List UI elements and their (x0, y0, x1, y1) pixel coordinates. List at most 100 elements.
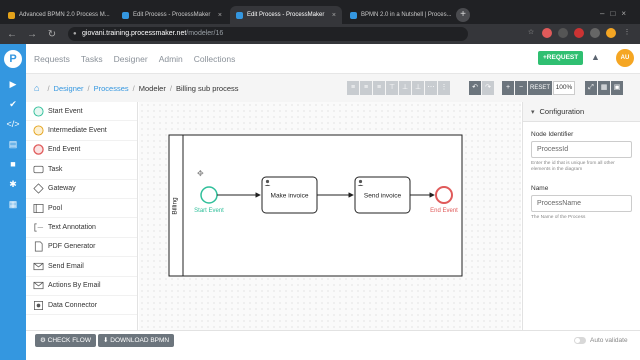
home-icon[interactable]: ⌂ (34, 83, 39, 93)
star-icon[interactable]: ☆ (526, 28, 536, 38)
nav-admin[interactable]: Admin (159, 54, 183, 64)
tab-title: Edit Process - ProcessMaker (247, 12, 325, 18)
nav-collections[interactable]: Collections (194, 54, 236, 64)
fullscreen-icon[interactable]: ⤢ (585, 81, 597, 95)
new-request-button[interactable]: +REQUEST (538, 51, 584, 65)
palette-item-start-event[interactable]: Start Event (26, 102, 137, 122)
browser-tab[interactable]: Advanced BPMN 2.0 Process M... × (2, 6, 114, 24)
save-icon[interactable]: ▣ (611, 81, 623, 95)
end-event[interactable] (435, 186, 453, 204)
lock-icon[interactable]: ■ (0, 154, 26, 174)
configuration-header[interactable]: ▾ Configuration (523, 102, 640, 122)
check-flow-button[interactable]: ⚙ CHECK FLOW (35, 334, 96, 347)
code-icon[interactable]: </> (0, 114, 26, 134)
palette-item-task[interactable]: Task (26, 160, 137, 180)
name-input[interactable]: ProcessName (531, 195, 632, 212)
node-identifier-input[interactable]: ProcessId (531, 141, 632, 158)
name-help: The Name of the Process (531, 215, 586, 220)
configuration-title: Configuration (539, 107, 585, 116)
zoom-out-icon[interactable]: − (515, 81, 527, 95)
profile-icon[interactable] (606, 28, 616, 38)
task2-label: Send invoice (364, 193, 402, 200)
bell-icon[interactable]: ▲ (591, 52, 600, 62)
browser-tab[interactable]: BPMN 2.0 in a Nutshell | Proces... × (344, 6, 454, 24)
name-label: Name (531, 185, 549, 192)
palette-item-data-connector[interactable]: Data Connector (26, 296, 137, 316)
breadcrumb-processes[interactable]: Processes (94, 84, 129, 93)
browser-tab[interactable]: Edit Process - ProcessMaker × (116, 6, 228, 24)
url-input[interactable]: ● giovani.training.processmaker.net/mode… (68, 27, 468, 41)
distribute-v-icon[interactable]: ⋮ (438, 81, 450, 95)
palette-item-end-event[interactable]: End Event (26, 141, 137, 161)
avatar[interactable]: AU (616, 49, 634, 67)
align-middle-icon[interactable]: ⊥ (399, 81, 411, 95)
align-center-icon[interactable]: ≡ (360, 81, 372, 95)
close-icon[interactable]: × (328, 12, 336, 19)
palette-item-send-email[interactable]: Send Email (26, 257, 137, 277)
nav-tasks[interactable]: Tasks (81, 54, 103, 64)
zoom-in-icon[interactable]: + (502, 81, 514, 95)
breadcrumb-designer[interactable]: Designer (54, 84, 84, 93)
start-event[interactable] (200, 186, 218, 204)
align-left-icon[interactable]: ≡ (347, 81, 359, 95)
start-event-label: Start Event (194, 208, 224, 214)
palette-item-gateway[interactable]: Gateway (26, 180, 137, 199)
modeler-canvas[interactable]: Billing ✥ Start Event Make invoice Send … (139, 102, 521, 330)
extension-icon[interactable] (574, 28, 584, 38)
palette-label: Intermediate Event (48, 127, 107, 135)
align-right-icon[interactable]: ≡ (373, 81, 385, 95)
palette-label: End Event (48, 146, 81, 154)
settings-icon: ⚙ (40, 337, 48, 344)
favicon-icon (122, 11, 129, 19)
align-top-icon[interactable]: ⊤ (386, 81, 398, 95)
node-identifier-label: Node Identifier (531, 131, 574, 138)
favicon-icon (236, 11, 243, 19)
palette-item-pool[interactable]: Pool (26, 199, 137, 219)
document-icon[interactable]: ▤ (0, 134, 26, 154)
close-icon[interactable]: × (214, 12, 222, 19)
toggle-switch[interactable] (574, 337, 586, 344)
extension-icon[interactable] (590, 28, 600, 38)
browser-tab-active[interactable]: Edit Process - ProcessMaker × (230, 6, 342, 24)
back-icon[interactable]: ← (4, 29, 20, 40)
grid-icon[interactable]: ▦ (0, 194, 26, 214)
minimap-icon[interactable]: ▦ (598, 81, 610, 95)
align-bottom-icon[interactable]: ⊥ (412, 81, 424, 95)
browser-tab-bar: Advanced BPMN 2.0 Process M... × Edit Pr… (0, 0, 640, 24)
forward-icon[interactable]: → (24, 29, 40, 40)
distribute-h-icon[interactable]: ⋯ (425, 81, 437, 95)
pool-label: Billing (172, 197, 179, 215)
processmaker-logo[interactable]: P (0, 44, 26, 74)
requests-icon[interactable]: ▶ (0, 74, 26, 94)
palette-item-pdf-generator[interactable]: PDF Generator (26, 238, 137, 258)
palette-label: Actions By Email (48, 282, 101, 290)
close-icon[interactable]: × (110, 12, 115, 19)
nav-requests[interactable]: Requests (34, 54, 70, 64)
text-annotation-icon (34, 223, 44, 232)
auto-validate-toggle[interactable]: Auto validate (574, 337, 628, 344)
extension-icon[interactable] (558, 28, 568, 38)
window-controls[interactable]: –□× (600, 9, 632, 18)
tasks-icon[interactable]: ✔ (0, 94, 26, 114)
reset-zoom-button[interactable]: RESET (528, 81, 552, 95)
palette-item-actions-by-email[interactable]: Actions By Email (26, 277, 137, 296)
pdf-generator-icon (34, 241, 43, 252)
url-host: giovani.training.processmaker.net (82, 30, 187, 37)
send-email-icon (33, 262, 44, 270)
new-tab-button[interactable]: + (456, 8, 470, 22)
reload-icon[interactable]: ↻ (44, 29, 60, 40)
gear-icon[interactable]: ✱ (0, 174, 26, 194)
breadcrumb-modeler: Modeler (138, 83, 166, 93)
palette-item-intermediate-event[interactable]: Intermediate Event (26, 121, 137, 141)
move-cursor-icon: ✥ (197, 169, 204, 178)
close-icon[interactable]: × (452, 12, 454, 19)
redo-icon[interactable]: ↷ (482, 81, 494, 95)
menu-dots-icon[interactable]: ⋮ (622, 28, 632, 38)
nav-designer[interactable]: Designer (114, 54, 148, 64)
view-toolbar: ⤢ ▦ ▣ (585, 81, 623, 95)
extension-icon[interactable] (542, 28, 552, 38)
download-bpmn-button[interactable]: ⬇ DOWNLOAD BPMN (98, 334, 175, 347)
palette-item-text-annotation[interactable]: Text Annotation (26, 218, 137, 238)
palette-label: Gateway (48, 185, 76, 193)
undo-icon[interactable]: ↶ (469, 81, 481, 95)
